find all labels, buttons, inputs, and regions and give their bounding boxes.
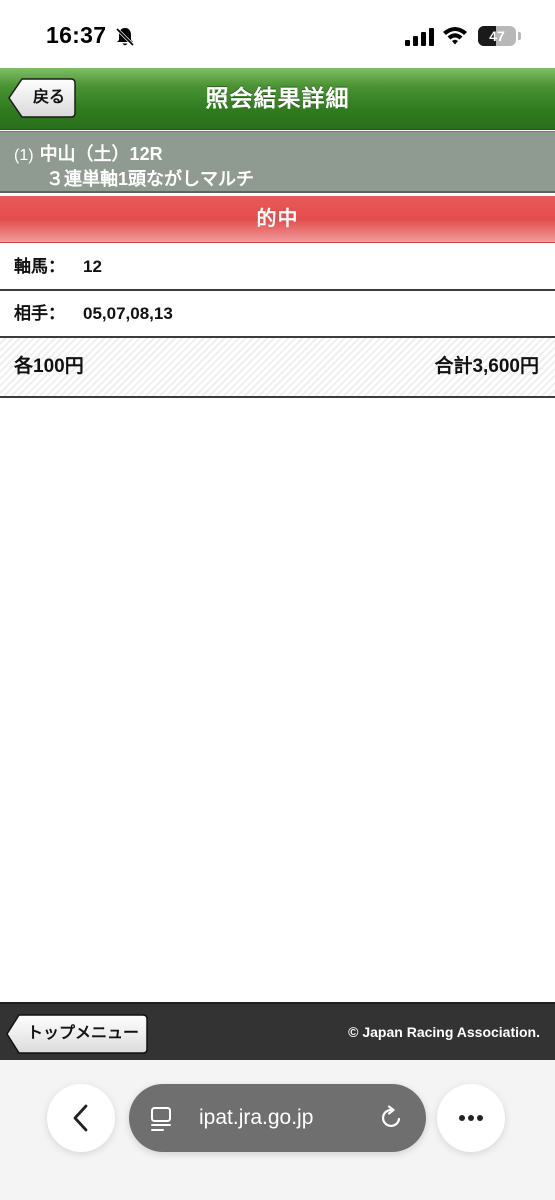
battery-nub — [518, 32, 521, 40]
browser-toolbar: ipat.jra.go.jp — [0, 1060, 555, 1200]
status-time: 16:37 — [46, 22, 107, 48]
bet-type: ３連単軸1頭ながしマルチ — [46, 169, 255, 189]
page-footer: トップメニュー © Japan Racing Association. — [0, 1002, 555, 1060]
axis-horse-label: 軸馬： — [14, 257, 65, 276]
result-label: 的中 — [256, 208, 299, 230]
amount-row: 各100円 合計3,600円 — [0, 338, 555, 398]
address-bar[interactable]: ipat.jra.go.jp — [129, 1084, 426, 1152]
top-menu-label: トップメニュー — [26, 1025, 139, 1042]
partner-horses-value: 05,07,08,13 — [83, 304, 173, 323]
axis-horse-row: 軸馬： 12 — [0, 244, 555, 291]
chevron-left-icon — [73, 1104, 88, 1132]
reload-icon[interactable] — [379, 1105, 405, 1131]
top-menu-button[interactable]: トップメニュー — [6, 1014, 148, 1054]
back-button-label: 戻る — [32, 89, 65, 106]
page-menu-icon[interactable] — [149, 1106, 175, 1132]
page-title: 照会結果詳細 — [205, 85, 350, 111]
race-venue: 中山（土）12R — [39, 144, 163, 164]
page: 16:37 47 照会結果詳細 戻る (1) 中山（土）12R ３連単軸1頭なが… — [0, 0, 555, 1200]
url-text: ipat.jra.go.jp — [199, 1106, 314, 1129]
page-header: 照会結果詳細 戻る — [0, 68, 555, 130]
browser-back-button[interactable] — [47, 1084, 115, 1152]
status-bar: 16:37 47 — [0, 0, 555, 68]
wifi-icon — [443, 27, 467, 45]
partner-horses-label: 相手： — [14, 304, 65, 323]
race-number: (1) — [14, 147, 34, 164]
battery-level: 47 — [489, 28, 505, 44]
amount-total: 合計3,600円 — [434, 356, 539, 377]
bell-slash-icon — [115, 27, 135, 47]
race-title: (1) 中山（土）12R — [14, 140, 163, 166]
result-banner: 的中 — [0, 196, 555, 243]
cellular-signal-icon — [405, 28, 434, 46]
ellipsis-icon — [459, 1115, 483, 1121]
back-button[interactable]: 戻る — [8, 78, 76, 118]
race-info: (1) 中山（土）12R ３連単軸1頭ながしマルチ — [0, 131, 555, 193]
copyright-text: © Japan Racing Association. — [348, 1024, 540, 1040]
axis-horse-value: 12 — [83, 257, 102, 276]
partner-horses-row: 相手： 05,07,08,13 — [0, 291, 555, 338]
amount-each: 各100円 — [14, 356, 84, 377]
browser-more-button[interactable] — [437, 1084, 505, 1152]
battery-indicator: 47 — [478, 26, 516, 46]
